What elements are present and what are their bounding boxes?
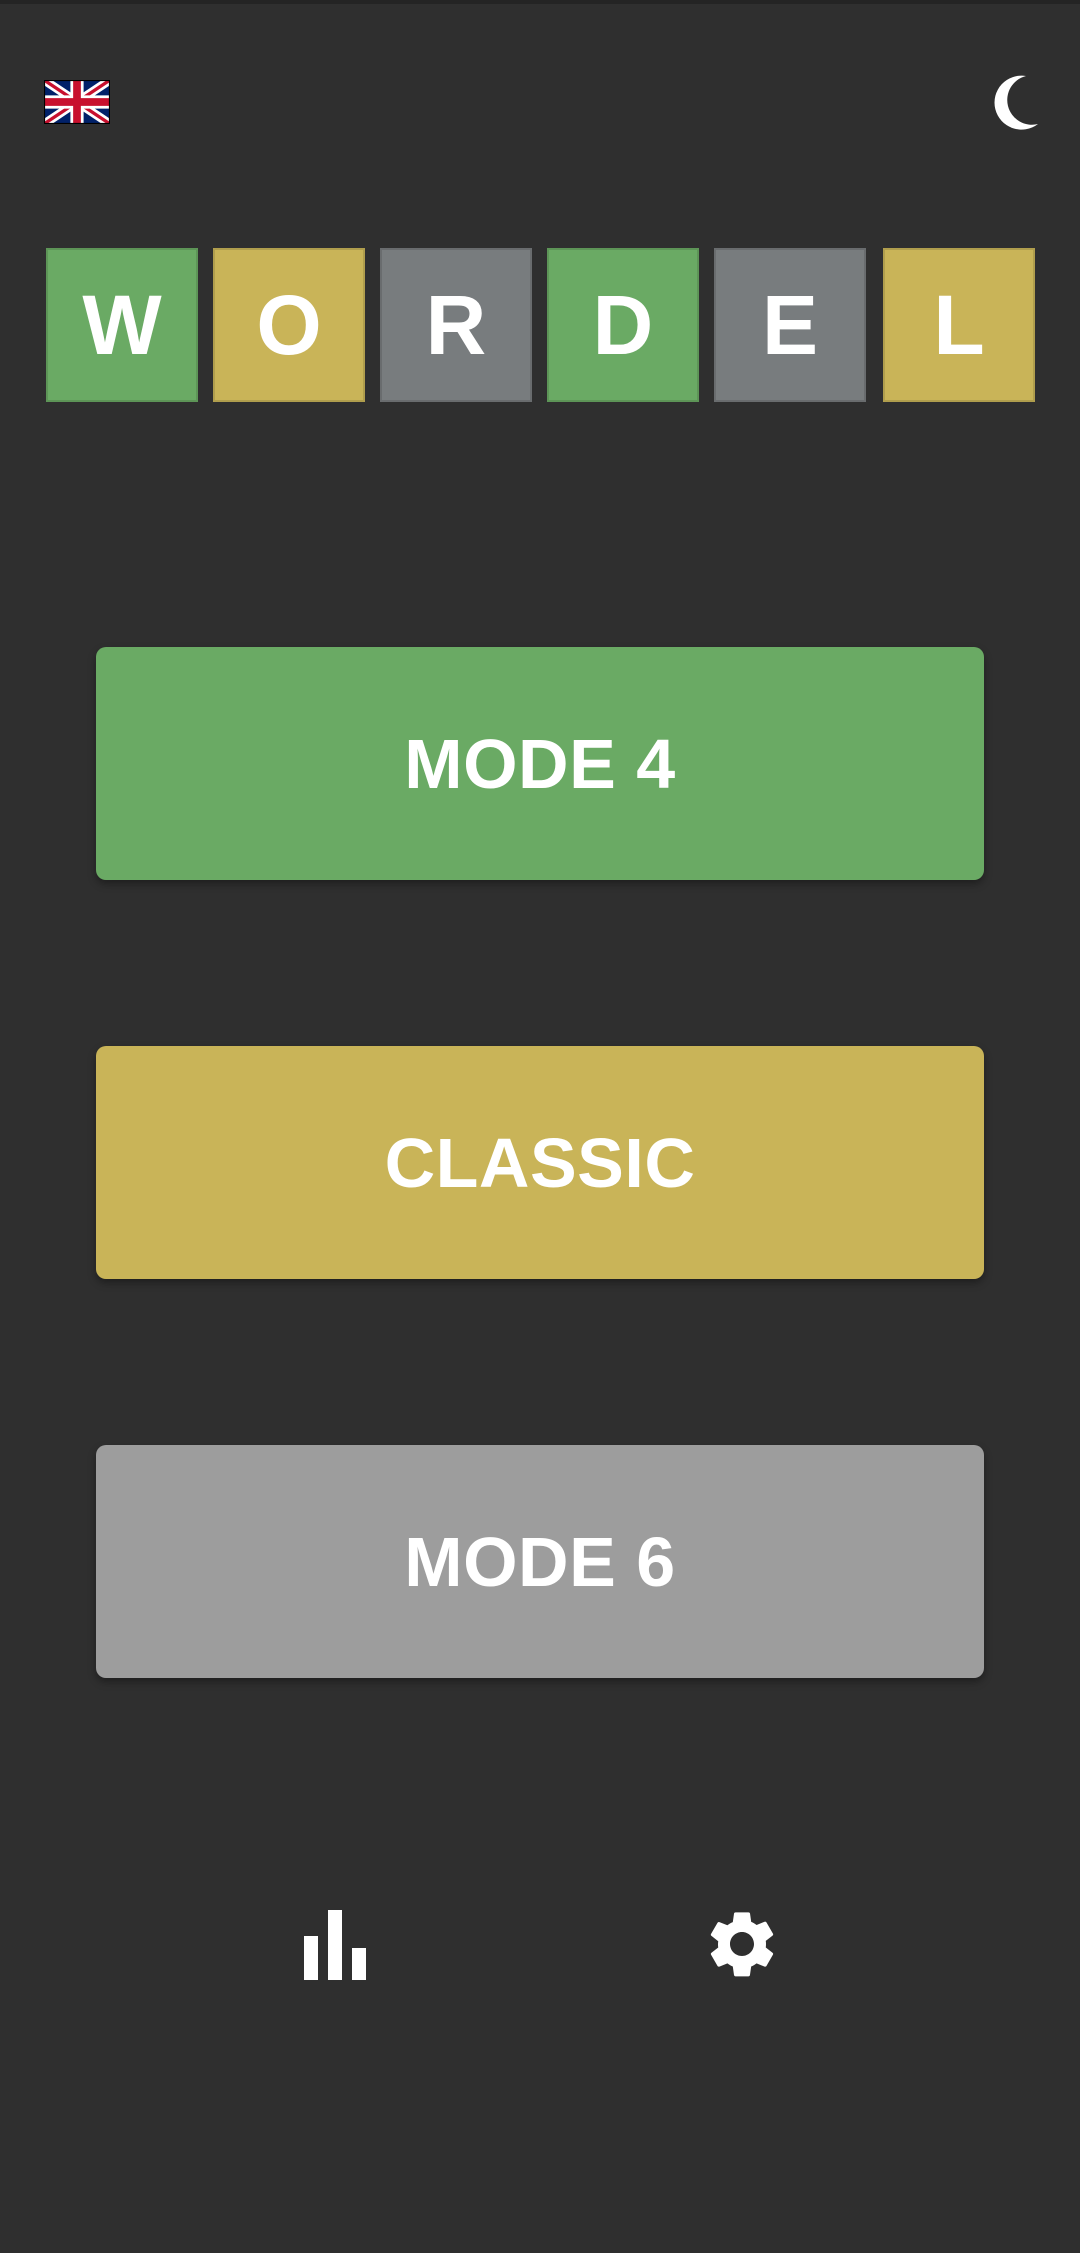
settings-button[interactable]	[702, 1904, 782, 1984]
theme-toggle-button[interactable]	[986, 72, 1042, 132]
bar-chart-icon	[304, 1910, 366, 1980]
status-bar-edge	[0, 0, 1080, 4]
gear-icon	[710, 1912, 774, 1977]
title-tile: L	[883, 248, 1035, 402]
title-tile: R	[380, 248, 532, 402]
mode-6-button[interactable]: MODE 6	[96, 1445, 984, 1678]
classic-button[interactable]: CLASSIC	[96, 1046, 984, 1279]
title-tiles: W O R D E L	[46, 248, 1036, 402]
home-screen: W O R D E L MODE 4 CLASSIC MODE 6	[0, 0, 1080, 2253]
title-tile: E	[714, 248, 866, 402]
title-tile: O	[213, 248, 365, 402]
statistics-button[interactable]	[298, 1908, 372, 1980]
title-tile: W	[46, 248, 198, 402]
mode-4-button[interactable]: MODE 4	[96, 647, 984, 880]
language-button[interactable]	[44, 80, 110, 124]
uk-flag-icon	[44, 80, 110, 124]
title-tile: D	[547, 248, 699, 402]
moon-icon	[994, 75, 1038, 130]
